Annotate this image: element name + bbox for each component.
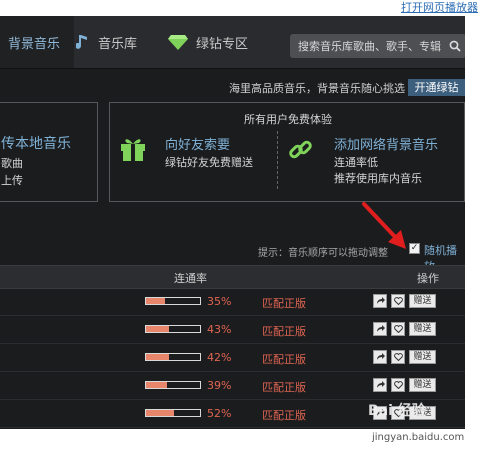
open-green-diamond-button[interactable]: 开通绿钻: [408, 79, 465, 96]
panel-title: 传本地音乐: [1, 136, 71, 152]
rate-bar-fill: [146, 354, 169, 360]
table-row[interactable]: 43% 匹配正版 赠送: [0, 316, 465, 344]
column-header-rate: 连通率: [174, 272, 207, 285]
top-nav: 背景音乐 音乐库 绿钻专区 搜索音乐库歌曲、歌手、专辑: [0, 16, 465, 69]
panel-header: 所有用户免费体验: [244, 113, 332, 126]
row-ops: 赠送: [373, 322, 436, 336]
watermark-url: jingyan.baidu.com: [372, 432, 465, 443]
gift-button[interactable]: 赠送: [409, 378, 436, 392]
tab-background-music[interactable]: 背景音乐: [0, 16, 74, 68]
rate-bar: [145, 409, 201, 417]
tab-green-diamond[interactable]: 绿钻专区: [168, 16, 248, 68]
share-icon[interactable]: [373, 294, 387, 308]
tab-label: 绿钻专区: [196, 36, 249, 52]
link-icon[interactable]: [286, 135, 316, 169]
rate-text: 52%: [207, 407, 232, 420]
share-icon[interactable]: [373, 350, 387, 364]
gift-button[interactable]: 赠送: [409, 350, 436, 364]
divider: [277, 131, 278, 189]
watermark-logo: Bai 经验: [368, 403, 426, 419]
ask-friend-link[interactable]: 向好友索要: [165, 134, 230, 153]
top-link-bar: 打开网页播放器: [0, 0, 480, 16]
match-copyright-link[interactable]: 匹配正版: [262, 407, 306, 423]
heart-icon[interactable]: [391, 294, 405, 308]
search-input[interactable]: 搜索音乐库歌曲、歌手、专辑: [290, 38, 444, 54]
rate-text: 39%: [207, 379, 232, 392]
row-ops: 赠送: [373, 294, 436, 308]
column-header-ops: 操作: [417, 272, 439, 285]
match-copyright-link[interactable]: 匹配正版: [262, 351, 306, 367]
music-note-icon: [76, 33, 90, 51]
green-diamond-icon: [168, 34, 188, 50]
table-row[interactable]: 35% 匹配正版 赠送: [0, 288, 465, 316]
rate-bar: [145, 325, 201, 333]
share-icon[interactable]: [373, 378, 387, 392]
table-row[interactable]: 42% 匹配正版 赠送: [0, 344, 465, 372]
row-ops: 赠送: [373, 350, 436, 364]
share-icon[interactable]: [373, 322, 387, 336]
table-row[interactable]: 39% 匹配正版 赠送: [0, 372, 465, 400]
rate-bar: [145, 381, 201, 389]
rate-text: 43%: [207, 323, 232, 336]
match-copyright-link[interactable]: 匹配正版: [262, 295, 306, 311]
heart-icon[interactable]: [391, 350, 405, 364]
random-play-checkbox[interactable]: ✓: [409, 243, 420, 254]
match-copyright-link[interactable]: 匹配正版: [262, 379, 306, 395]
panel-line: 歌曲: [1, 157, 23, 170]
panel-line: 上传: [1, 174, 23, 187]
rate-bar: [145, 297, 201, 305]
heart-icon[interactable]: [391, 378, 405, 392]
block-line: 推荐使用库内音乐: [334, 172, 422, 185]
gift-button[interactable]: 赠送: [409, 294, 436, 308]
hint-text: 提示：音乐顺序可以拖动调整: [258, 248, 388, 259]
rate-bar-fill: [146, 298, 165, 304]
table-header: 连通率 操作: [0, 265, 465, 289]
gift-icon[interactable]: [118, 133, 148, 167]
rate-text: 35%: [207, 295, 232, 308]
match-copyright-link[interactable]: 匹配正版: [262, 323, 306, 339]
rate-text: 42%: [207, 351, 232, 364]
open-web-player-link[interactable]: 打开网页播放器: [401, 1, 478, 14]
rate-bar: [145, 353, 201, 361]
promo-bar: 海里高品质音乐，背景音乐随心挑选: [0, 78, 465, 96]
add-web-music-link[interactable]: 添加网络背景音乐: [334, 134, 438, 153]
rate-bar-fill: [146, 410, 175, 416]
tab-music-library[interactable]: 音乐库: [76, 16, 137, 68]
gift-button[interactable]: 赠送: [409, 322, 436, 336]
page-margin: [465, 0, 480, 449]
rate-bar-fill: [146, 326, 170, 332]
block-subtitle: 绿钻好友免费赠送: [165, 156, 253, 169]
block-line: 连通率低: [334, 156, 378, 169]
heart-icon[interactable]: [391, 322, 405, 336]
search-box[interactable]: 搜索音乐库歌曲、歌手、专辑: [290, 34, 465, 58]
row-ops: 赠送: [373, 378, 436, 392]
tab-label: 音乐库: [98, 36, 138, 52]
free-experience-panel: 所有用户免费体验 向好友索要 绿钻好友免费赠送 添加网络背景音乐 连通率低 推荐…: [109, 102, 465, 202]
rate-bar-fill: [146, 382, 168, 388]
upload-local-music-panel[interactable]: 传本地音乐 歌曲 上传: [0, 102, 98, 202]
tab-label: 背景音乐: [7, 36, 60, 52]
search-icon[interactable]: [444, 40, 465, 52]
app-window: 背景音乐 音乐库 绿钻专区 搜索音乐库歌曲、歌手、专辑 海里高品质音乐，背景音乐…: [0, 0, 465, 449]
promo-text: 海里高品质音乐，背景音乐随心挑选: [229, 82, 405, 95]
